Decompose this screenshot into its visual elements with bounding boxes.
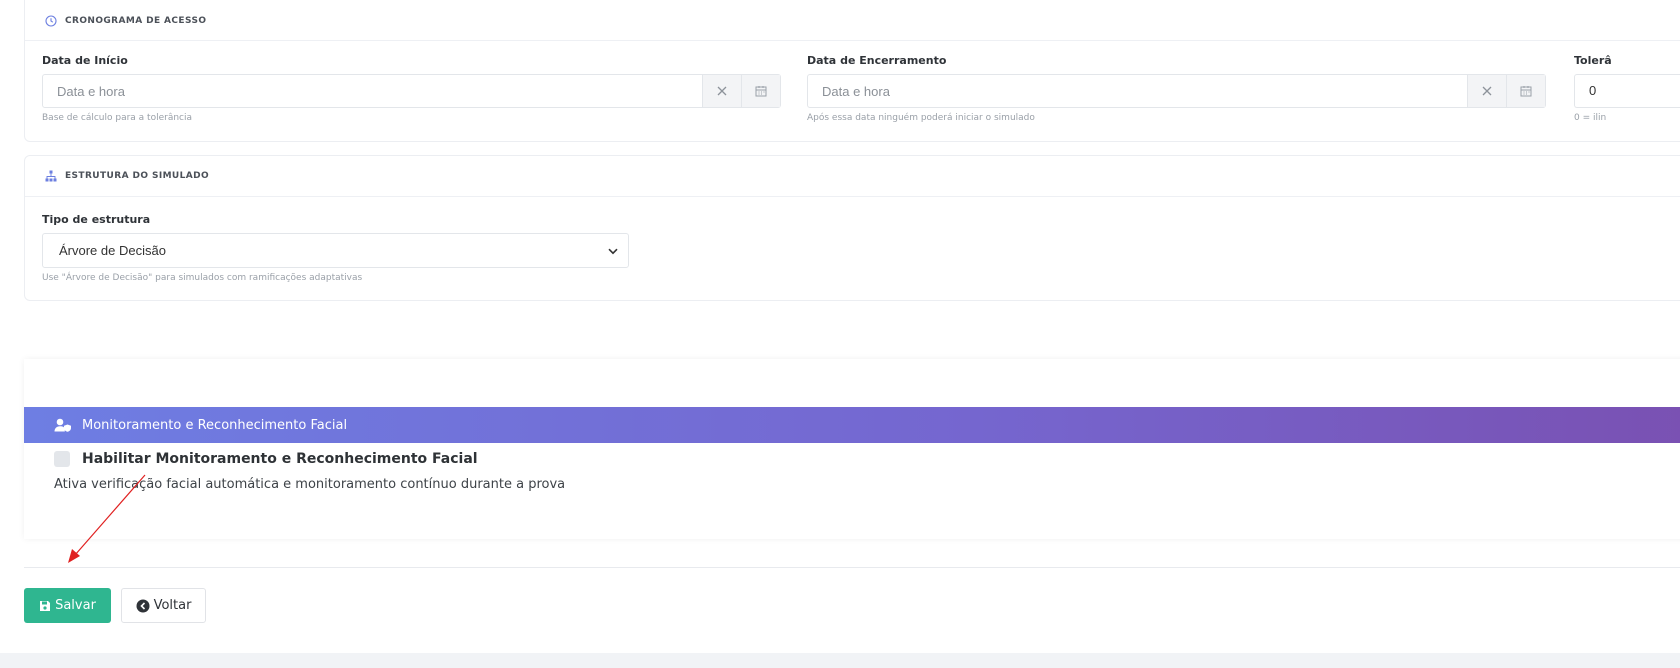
end-date-input[interactable] <box>808 75 1467 107</box>
tolerance-help: 0 = ilin <box>1574 113 1607 123</box>
monitoring-description: Ativa verificação facial automática e mo… <box>54 477 566 492</box>
tolerance-value[interactable]: 0 <box>1575 75 1596 107</box>
save-button-label: Salvar <box>55 598 96 613</box>
save-icon <box>39 600 51 612</box>
tolerance-label: Tolerâ <box>1574 54 1612 67</box>
end-date-help: Após essa data ninguém poderá iniciar o … <box>807 113 1035 123</box>
monitoring-title: Monitoramento e Reconhecimento Facial <box>82 417 348 433</box>
clock-icon <box>45 14 57 27</box>
structure-card-header: ESTRUTURA DO SIMULADO <box>25 156 1680 197</box>
monitoring-banner: Monitoramento e Reconhecimento Facial <box>24 407 1680 443</box>
end-date-field[interactable] <box>807 74 1546 108</box>
save-button[interactable]: Salvar <box>24 588 111 623</box>
structure-type-select[interactable]: Árvore de Decisão <box>42 233 629 268</box>
structure-type-label: Tipo de estrutura <box>42 213 151 226</box>
back-button[interactable]: Voltar <box>121 588 206 623</box>
structure-type-help: Use "Árvore de Decisão" para simulados c… <box>42 273 363 283</box>
form-divider <box>24 567 1680 568</box>
calendar-icon[interactable] <box>741 75 780 107</box>
chevron-down-icon <box>608 243 618 258</box>
schedule-card-header: CRONOGRAMA DE ACESSO <box>25 0 1680 41</box>
start-date-field[interactable] <box>42 74 781 108</box>
user-shield-icon <box>54 418 72 432</box>
arrow-circle-left-icon <box>136 599 150 613</box>
clear-icon[interactable] <box>1467 75 1506 107</box>
page-footer <box>0 653 1680 668</box>
calendar-icon[interactable] <box>1506 75 1545 107</box>
schedule-card-title: CRONOGRAMA DE ACESSO <box>65 15 207 26</box>
structure-card-title: ESTRUTURA DO SIMULADO <box>65 171 210 181</box>
monitoring-checkbox-label[interactable]: Habilitar Monitoramento e Reconhecimento… <box>82 451 478 467</box>
start-date-help: Base de cálculo para a tolerância <box>42 113 193 123</box>
start-date-input[interactable] <box>43 75 702 107</box>
sitemap-icon <box>45 170 57 182</box>
back-button-label: Voltar <box>153 598 192 613</box>
monitoring-checkbox-row[interactable]: Habilitar Monitoramento e Reconhecimento… <box>54 451 478 467</box>
monitoring-card: Monitoramento e Reconhecimento Facial Ha… <box>24 359 1680 539</box>
structure-type-value: Árvore de Decisão <box>59 243 166 258</box>
clear-icon[interactable] <box>702 75 741 107</box>
tolerance-field[interactable]: 0 <box>1574 74 1680 108</box>
end-date-label: Data de Encerramento <box>807 54 947 67</box>
monitoring-checkbox[interactable] <box>54 451 70 467</box>
start-date-label: Data de Início <box>42 54 128 67</box>
